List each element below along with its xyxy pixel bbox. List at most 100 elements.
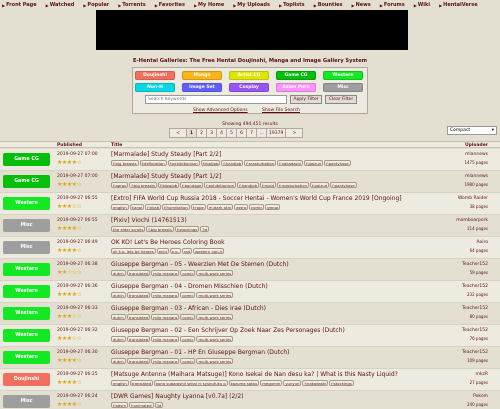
tag-chip[interactable]: f:humiliation bbox=[162, 204, 190, 210]
tag-chip[interactable]: f:blowjob bbox=[158, 182, 180, 188]
tag-chip[interactable]: milo manara bbox=[151, 358, 180, 364]
gallery-title-link[interactable]: [Matsuge Antenna (Maihara Matsuge)] Kono… bbox=[111, 371, 451, 378]
gallery-title-link[interactable]: OK KO! Let's Be Heroes Coloring Book bbox=[111, 239, 451, 246]
gallery-title-link[interactable]: Giuseppe Bergman - 01 - HP En Giuseppe B… bbox=[111, 349, 451, 356]
uploader-link[interactable]: mlannews bbox=[448, 152, 488, 157]
table-row[interactable]: Misc 2019-09-27 06:49 ★★★★☆ OK KO! Let's… bbox=[0, 237, 500, 259]
tag-chip[interactable]: f:paizuri bbox=[309, 182, 330, 188]
table-row[interactable]: Game CG 2019-09-27 07:00 ★★★★☆ [Marmalad… bbox=[0, 171, 500, 193]
category-badge[interactable]: Misc bbox=[3, 241, 50, 254]
tag-chip[interactable]: f:pantyhose bbox=[324, 160, 351, 166]
category-toggle[interactable]: Cosplay bbox=[229, 83, 269, 92]
tag-chip[interactable]: f:paizuri bbox=[304, 160, 324, 166]
category-badge[interactable]: Game CG bbox=[3, 175, 50, 188]
gallery-title-link[interactable]: [Marmalade] Study Steady [Part 2/2] bbox=[111, 151, 451, 158]
nav-item[interactable]: ▶ Popular bbox=[83, 2, 109, 8]
category-toggle[interactable]: Asian Porn bbox=[276, 83, 316, 92]
tag-chip[interactable]: comic bbox=[180, 292, 196, 298]
category-toggle[interactable]: Misc bbox=[323, 83, 363, 92]
gallery-title-link[interactable]: Giuseppe Bergman - 04 - Dromen Misschien… bbox=[111, 283, 451, 290]
uploader-link[interactable]: Pokom bbox=[448, 394, 488, 399]
tag-chip[interactable]: multi-work series bbox=[196, 314, 234, 320]
nav-item[interactable]: ▶ Watched bbox=[46, 2, 75, 8]
table-row[interactable]: Western 2019-09-27 06:30 ★★★★☆ Giuseppe … bbox=[0, 347, 500, 369]
tag-chip[interactable]: milo manara bbox=[151, 292, 180, 298]
apply-filter-button[interactable]: Apply Filter bbox=[290, 95, 322, 104]
category-badge[interactable]: Doujinshi bbox=[3, 373, 50, 386]
tag-chip[interactable]: f:maid bbox=[260, 182, 277, 188]
gallery-title-link[interactable]: [Extro] FIFA World Cup Russia 2018 - Soc… bbox=[111, 195, 451, 202]
table-row[interactable]: Misc 2019-09-27 06:55 ★★★★☆ [Pixiv] Vioc… bbox=[0, 215, 500, 237]
tag-chip[interactable]: k.o. bbox=[169, 248, 181, 254]
category-toggle[interactable]: Manga bbox=[182, 71, 222, 80]
nav-item[interactable]: ▶ Favorites bbox=[155, 2, 185, 8]
tag-chip[interactable]: f:hijab bbox=[145, 204, 161, 210]
tag-chip[interactable]: translated bbox=[126, 358, 151, 364]
tag-chip[interactable]: multi-work series bbox=[196, 358, 234, 364]
search-input[interactable] bbox=[145, 95, 287, 104]
tag-chip[interactable]: english bbox=[111, 204, 129, 210]
tag-chip[interactable]: f:footjob bbox=[200, 160, 221, 166]
category-toggle[interactable]: Western bbox=[323, 71, 363, 80]
table-row[interactable]: Doujinshi 2019-09-27 06:25 ★★★★☆ [Matsug… bbox=[0, 369, 500, 391]
tag-chip[interactable]: f:bondage bbox=[180, 182, 204, 188]
tag-chip[interactable]: f:masturbation bbox=[244, 160, 277, 166]
category-badge[interactable]: Western bbox=[3, 307, 50, 320]
uploader-link[interactable]: Teacher152 bbox=[448, 284, 488, 289]
nav-item[interactable]: ▶ Forums bbox=[380, 2, 405, 8]
category-toggle[interactable]: Game CG bbox=[276, 71, 316, 80]
gallery-title-link[interactable]: Giuseppe Bergman - 02 - Een Schrijver Op… bbox=[111, 327, 451, 334]
table-row[interactable]: Western 2019-09-27 06:32 ★★★☆☆ Giuseppe … bbox=[0, 325, 500, 347]
table-row[interactable]: Western 2019-09-27 06:36 ★★★★☆ Giuseppe … bbox=[0, 281, 500, 303]
table-row[interactable]: Game CG 2019-09-27 07:00 ★★★★☆ [Marmalad… bbox=[0, 149, 500, 171]
tag-chip[interactable]: f:apron bbox=[111, 182, 129, 188]
table-row[interactable]: Western 2019-09-27 06:55 ★★★☆☆ [Extro] F… bbox=[0, 193, 500, 215]
category-toggle[interactable]: Non-H bbox=[135, 83, 175, 92]
page-link[interactable]: 19379 bbox=[266, 128, 287, 138]
advanced-options-link[interactable]: Show Advanced Options bbox=[193, 108, 248, 113]
tag-chip[interactable]: kono subarashii sekai ni syukufuku o bbox=[154, 380, 228, 386]
category-badge[interactable]: Western bbox=[3, 197, 50, 210]
uploader-link[interactable]: mlannews bbox=[448, 174, 488, 179]
tag-chip[interactable]: comic bbox=[180, 358, 196, 364]
tag-chip[interactable]: comic bbox=[249, 204, 265, 210]
tag-chip[interactable]: comic bbox=[180, 336, 196, 342]
clear-filter-button[interactable]: Clear Filter bbox=[325, 95, 357, 104]
tag-chip[interactable]: comic bbox=[180, 314, 196, 320]
page-link[interactable]: < bbox=[169, 128, 187, 138]
gallery-title-link[interactable]: [DWR Games] Naughty Lyanna [v0.7a] (2/2) bbox=[111, 393, 451, 400]
category-toggle[interactable]: Doujinshi bbox=[135, 71, 175, 80]
tag-chip[interactable]: enid bbox=[156, 248, 169, 254]
nav-item[interactable]: ▶ My Home bbox=[194, 2, 224, 8]
table-row[interactable]: Misc 2019-09-27 06:24 ★★★★☆ [DWR Games] … bbox=[0, 391, 500, 409]
nav-item[interactable]: ▶ News bbox=[352, 2, 371, 8]
table-row[interactable]: Western 2019-09-27 06:38 ★★☆☆☆ Giuseppe … bbox=[0, 259, 500, 281]
tag-chip[interactable]: extro bbox=[234, 204, 249, 210]
nav-item[interactable]: ▶ Front Page bbox=[2, 2, 37, 8]
tag-chip[interactable]: group bbox=[265, 204, 281, 210]
tag-chip[interactable]: multi-work series bbox=[196, 292, 234, 298]
tag-chip[interactable]: comic bbox=[180, 270, 196, 276]
tag-chip[interactable]: multi-work series bbox=[196, 336, 234, 342]
tag-chip[interactable]: yunyun bbox=[283, 380, 302, 386]
tag-chip[interactable]: f:handjob bbox=[221, 160, 244, 166]
display-mode-select[interactable]: Compact ▾ bbox=[447, 126, 497, 135]
category-badge[interactable]: Game CG bbox=[3, 153, 50, 166]
uploader-link[interactable]: Teacher152 bbox=[448, 328, 488, 333]
tag-chip[interactable]: megumin bbox=[260, 380, 283, 386]
file-search-link[interactable]: Show File Search bbox=[262, 108, 300, 113]
uploader-link[interactable]: Teacher152 bbox=[448, 262, 488, 267]
tag-chip[interactable]: f:big breasts bbox=[129, 182, 157, 188]
category-toggle[interactable]: Image Set bbox=[182, 83, 222, 92]
uploader-link[interactable]: Aoiro bbox=[448, 240, 488, 245]
tag-chip[interactable]: dutch bbox=[111, 270, 126, 276]
category-badge[interactable]: Misc bbox=[3, 219, 50, 232]
tag-chip[interactable]: dutch bbox=[111, 314, 126, 320]
category-badge[interactable]: Western bbox=[3, 263, 50, 276]
gallery-title-link[interactable]: Giuseppe Bergman - 05 - Weerzien Met De … bbox=[111, 261, 451, 268]
tag-chip[interactable]: translated bbox=[126, 292, 151, 298]
tag-chip[interactable]: f:exhibitionism bbox=[167, 160, 200, 166]
category-badge[interactable]: Western bbox=[3, 329, 50, 342]
gallery-title-link[interactable]: Giuseppe Bergman - 03 - African - Dies I… bbox=[111, 305, 451, 312]
tag-chip[interactable]: kazuma satou bbox=[228, 380, 260, 386]
